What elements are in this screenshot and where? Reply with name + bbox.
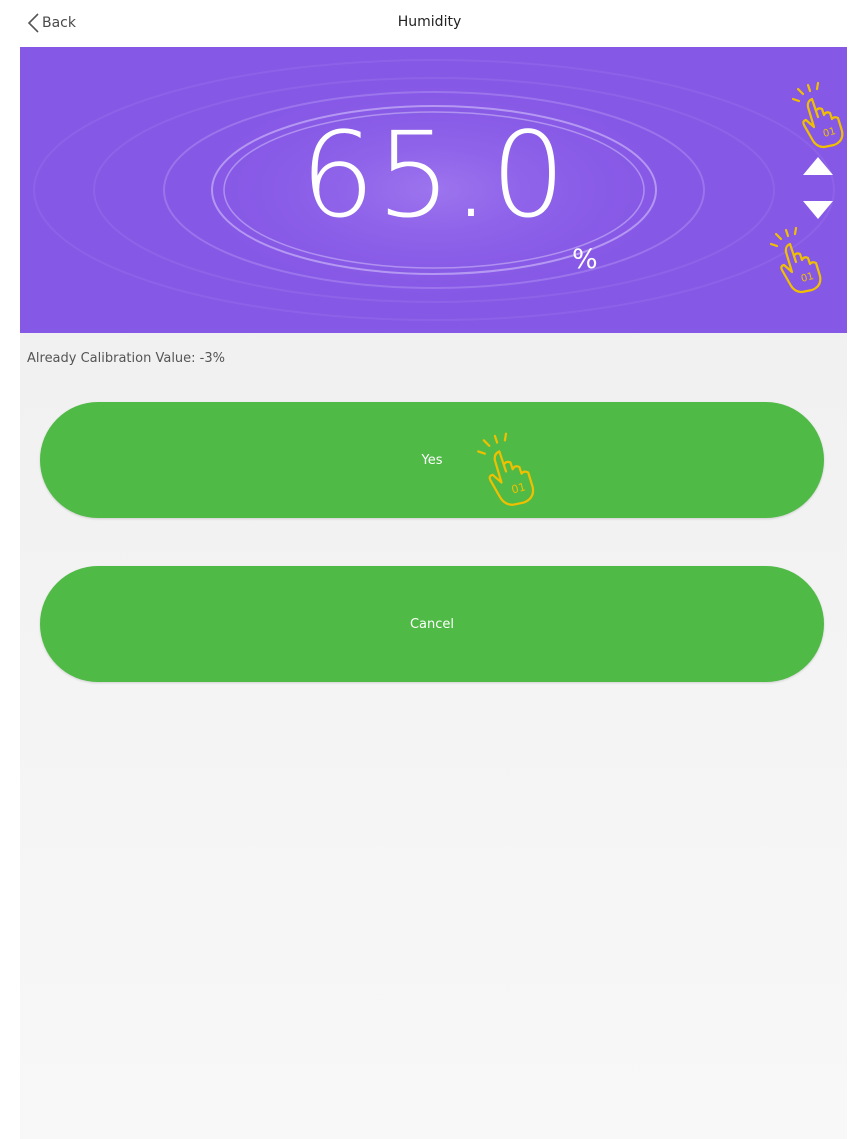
page-title: Humidity [397, 14, 462, 30]
navigation-bar: Back Humidity [0, 0, 859, 47]
svg-text:01: 01 [800, 271, 815, 285]
tap-hint-hand-icon: 01 [477, 432, 535, 506]
svg-text:01: 01 [822, 126, 837, 140]
tap-hint-hand-icon: 01 [791, 81, 844, 149]
calibration-value-label: Already Calibration Value: -3% [27, 351, 225, 366]
humidity-unit: % [572, 244, 598, 275]
cancel-button[interactable]: Cancel [40, 566, 824, 682]
humidity-value: 65.0 [300, 106, 567, 244]
triangle-up-icon[interactable] [802, 155, 834, 177]
yes-button-label: Yes [421, 452, 443, 468]
svg-text:01: 01 [510, 480, 527, 496]
triangle-down-icon[interactable] [802, 199, 834, 221]
tap-hint-hand-icon: 01 [769, 226, 822, 294]
humidity-display-panel: 65.0 % 01 01 [20, 47, 847, 333]
cancel-button-label: Cancel [409, 616, 455, 632]
content-area: 65.0 % 01 01 Already Calibration Value: … [20, 47, 847, 1139]
yes-button[interactable]: Yes [40, 402, 824, 518]
